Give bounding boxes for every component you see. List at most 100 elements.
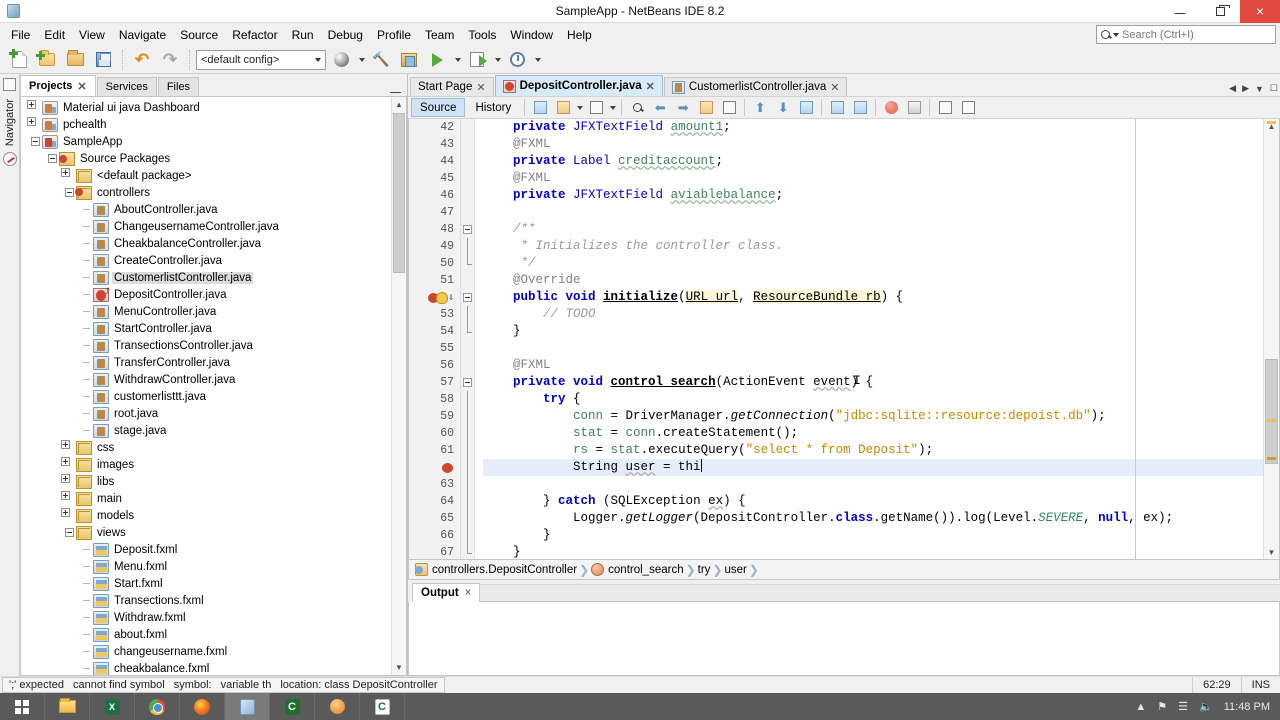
tree-node[interactable]: ChangeusernameController.java bbox=[21, 218, 391, 235]
window-icon[interactable] bbox=[3, 78, 16, 91]
clock[interactable]: 11:48 PM bbox=[1224, 701, 1270, 713]
tree-node[interactable]: changeusername.fxml bbox=[21, 643, 391, 660]
tree-node[interactable]: SampleApp bbox=[21, 133, 391, 150]
code-editor[interactable]: 42 43 44 45 46 47 48 49 50 51 ⇩ 53 54 55 56 57 58 59 60 61 6… bbox=[408, 119, 1280, 560]
code-fold-column[interactable] bbox=[461, 119, 475, 559]
shift-left-button[interactable] bbox=[826, 98, 848, 118]
tree-node[interactable]: customerlisttt.java bbox=[21, 388, 391, 405]
code-line[interactable]: @FXML bbox=[483, 357, 1263, 374]
insert-mode[interactable]: INS bbox=[1240, 677, 1280, 693]
error-icon[interactable] bbox=[440, 461, 454, 475]
menu-view[interactable]: View bbox=[72, 25, 112, 45]
find-previous-button[interactable]: ⬅ bbox=[649, 98, 671, 118]
tree-node[interactable]: root.java bbox=[21, 405, 391, 422]
debug-project-button[interactable] bbox=[464, 48, 490, 72]
tray-expand-icon[interactable]: ▲ bbox=[1135, 701, 1146, 713]
tree-node[interactable]: MenuController.java bbox=[21, 303, 391, 320]
menu-source[interactable]: Source bbox=[173, 25, 225, 45]
file-explorer-button[interactable] bbox=[45, 693, 90, 720]
tree-node[interactable]: about.fxml bbox=[21, 626, 391, 643]
error-mark[interactable] bbox=[1267, 419, 1276, 422]
tree-node[interactable]: Start.fxml bbox=[21, 575, 391, 592]
code-line[interactable]: @FXML bbox=[483, 170, 1263, 187]
tree-node[interactable]: Deposit.fxml bbox=[21, 541, 391, 558]
redo-button[interactable]: ↷ bbox=[157, 48, 183, 72]
code-line[interactable]: String user = thi bbox=[483, 459, 1263, 476]
menu-refactor[interactable]: Refactor bbox=[225, 25, 284, 45]
code-line[interactable]: */ bbox=[483, 255, 1263, 272]
code-line[interactable]: } catch (SQLException ex) { bbox=[483, 493, 1263, 510]
app-orange-button[interactable] bbox=[315, 693, 360, 720]
tree-node[interactable]: controllers bbox=[21, 184, 391, 201]
network-icon[interactable]: ⚑ bbox=[1157, 700, 1167, 713]
breadcrumb-item[interactable]: control_search bbox=[591, 563, 684, 576]
close-icon[interactable]: ✕ bbox=[646, 80, 655, 93]
undo-button[interactable]: ↶ bbox=[129, 48, 155, 72]
close-icon[interactable]: ✕ bbox=[830, 81, 839, 94]
tree-node[interactable]: Source Packages bbox=[21, 150, 391, 167]
run-dropdown[interactable] bbox=[452, 48, 462, 72]
code-line[interactable]: // TODO bbox=[483, 306, 1263, 323]
menu-window[interactable]: Window bbox=[503, 25, 560, 45]
code-line[interactable]: Logger.getLogger(DepositController.class… bbox=[483, 510, 1263, 527]
volume-icon[interactable]: 🔈 bbox=[1199, 700, 1213, 713]
profile-project-button[interactable] bbox=[504, 48, 530, 72]
tree-expander-icon[interactable] bbox=[29, 135, 42, 148]
scrollbar-thumb[interactable] bbox=[393, 113, 405, 273]
tree-node[interactable]: Transections.fxml bbox=[21, 592, 391, 609]
tree-node[interactable]: Material ui java Dashboard bbox=[21, 99, 391, 116]
start-button[interactable] bbox=[0, 693, 45, 720]
last-edit-button[interactable] bbox=[529, 98, 551, 118]
tree-node[interactable]: TransectionsController.java bbox=[21, 337, 391, 354]
scrollbar-thumb[interactable] bbox=[1265, 359, 1278, 464]
tree-node[interactable]: TransferController.java bbox=[21, 354, 391, 371]
tree-node[interactable]: css bbox=[21, 439, 391, 456]
tree-expander-icon[interactable] bbox=[61, 491, 76, 505]
tree-expander-icon[interactable] bbox=[61, 440, 76, 454]
code-line[interactable]: private void control_search(ActionEvent … bbox=[483, 374, 1263, 391]
scroll-down-icon[interactable]: ▼ bbox=[1264, 545, 1279, 559]
code-line[interactable]: try { bbox=[483, 391, 1263, 408]
shift-right-button[interactable] bbox=[849, 98, 871, 118]
tree-node[interactable]: StartController.java bbox=[21, 320, 391, 337]
fold-toggle[interactable] bbox=[463, 378, 472, 387]
compass-icon[interactable] bbox=[2, 152, 17, 167]
tree-node[interactable]: Withdraw.fxml bbox=[21, 609, 391, 626]
editor-tab-start-page[interactable]: Start Page ✕ bbox=[410, 77, 494, 96]
code-line[interactable]: public void initialize(URL url, Resource… bbox=[483, 289, 1263, 306]
toggle-highlight-button[interactable] bbox=[695, 98, 717, 118]
tab-projects[interactable]: Projects ✕ bbox=[20, 75, 96, 96]
new-project-button[interactable] bbox=[34, 48, 60, 72]
editor-tab-customerlistcontroller[interactable]: CustomerlistController.java ✕ bbox=[663, 77, 848, 96]
tab-list-icon[interactable]: ▼ bbox=[1255, 84, 1264, 94]
history-view-button[interactable]: History bbox=[466, 98, 520, 117]
error-mark[interactable] bbox=[1267, 457, 1276, 460]
tree-node[interactable]: models bbox=[21, 507, 391, 524]
close-icon[interactable]: × bbox=[465, 587, 472, 599]
code-line[interactable]: private JFXTextField aviablebalance; bbox=[483, 187, 1263, 204]
code-text-area[interactable]: private JFXTextField amount1; @FXML priv… bbox=[475, 119, 1263, 559]
maximize-editor-icon[interactable]: ☐ bbox=[1270, 83, 1278, 94]
menu-navigate[interactable]: Navigate bbox=[112, 25, 173, 45]
code-line[interactable] bbox=[483, 476, 1263, 493]
editor-scrollbar[interactable]: ▲ ▼ bbox=[1263, 119, 1279, 559]
tree-expander-icon[interactable] bbox=[61, 508, 76, 522]
close-icon[interactable]: ✕ bbox=[77, 80, 86, 93]
clean-project-button[interactable] bbox=[396, 48, 422, 72]
code-line[interactable]: @FXML bbox=[483, 136, 1263, 153]
code-line[interactable]: * Initializes the controller class. bbox=[483, 238, 1263, 255]
tree-expander-icon[interactable] bbox=[63, 526, 76, 539]
source-view-button[interactable]: Source bbox=[411, 98, 466, 117]
app-green-button[interactable]: C bbox=[270, 693, 315, 720]
tree-node[interactable]: libs bbox=[21, 473, 391, 490]
clean-build-button[interactable]: 🔨 bbox=[368, 48, 394, 72]
tab-output[interactable]: Output × bbox=[412, 583, 481, 602]
fold-toggle[interactable] bbox=[463, 293, 472, 302]
line-number-gutter[interactable]: 42 43 44 45 46 47 48 49 50 51 ⇩ 53 54 55 56 57 58 59 60 61 6… bbox=[409, 119, 461, 559]
breadcrumb-item[interactable]: try bbox=[698, 564, 711, 576]
breadcrumb-item[interactable]: user bbox=[725, 564, 747, 576]
code-line[interactable]: conn = DriverManager.getConnection("jdbc… bbox=[483, 408, 1263, 425]
tree-expander-icon[interactable] bbox=[46, 152, 59, 165]
run-project-button[interactable] bbox=[424, 48, 450, 72]
debug-dropdown[interactable] bbox=[492, 48, 502, 72]
